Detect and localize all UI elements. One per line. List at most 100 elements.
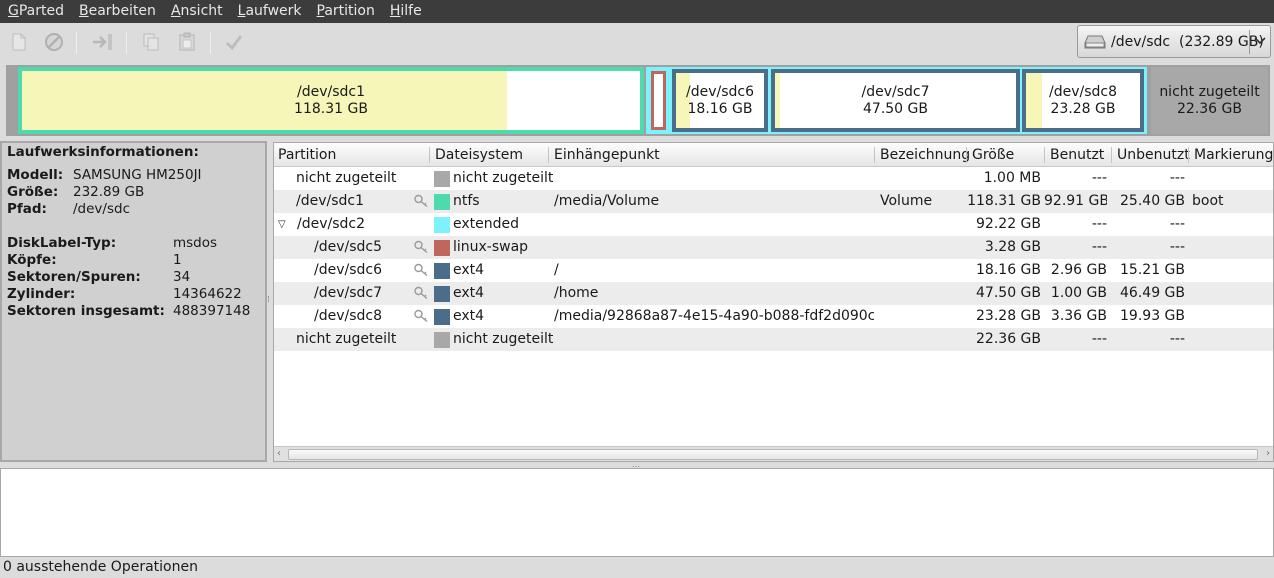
- diskmap-partition-sdc1[interactable]: /dev/sdc1 118.31 GB: [18, 67, 644, 134]
- column-header[interactable]: Partition: [278, 143, 336, 167]
- cell-size: 23.28 GB: [976, 308, 1041, 324]
- partition-name: nicht zugeteilt: [1159, 83, 1260, 100]
- device-label: /dev/sdc (232.89 GB): [1111, 33, 1264, 50]
- cell-size: 18.16 GB: [976, 262, 1041, 278]
- mounted-key-icon: [413, 193, 429, 209]
- cell-unused: ---: [1169, 170, 1185, 186]
- cell-unused: 46.49 GB: [1120, 285, 1185, 301]
- info-value: msdos: [173, 235, 218, 251]
- pending-operations-list[interactable]: [0, 468, 1274, 557]
- filesystem-color-swatch: [434, 309, 450, 325]
- menubar: GParted Bearbeiten Ansicht Laufwerk Partitio…: [0, 0, 1274, 23]
- column-header[interactable]: Markierungen: [1194, 143, 1273, 167]
- cell-flags: [1192, 236, 1272, 259]
- partition-size: 118.31 GB: [294, 100, 368, 117]
- column-header[interactable]: Benutzt: [1050, 143, 1104, 167]
- column-header[interactable]: Bezeichnung: [880, 143, 970, 167]
- mounted-key-icon: [413, 308, 429, 324]
- copy-icon[interactable]: [138, 29, 164, 55]
- resize-move-icon[interactable]: [90, 29, 116, 55]
- new-icon[interactable]: [6, 29, 32, 55]
- diskmap-extended-sdc2[interactable]: /dev/sdc6 18.16 GB /dev/sdc7 47.50 GB /d…: [646, 67, 1147, 134]
- cell-mountpoint: /media/Volume: [554, 193, 660, 209]
- info-row: Sektoren/Spuren: 34: [7, 269, 260, 286]
- table-row[interactable]: /dev/sdc6 ext4/18.16 GB 2.96 GB 15.21 GB: [274, 259, 1273, 282]
- cell-partition: nicht zugeteilt: [296, 170, 397, 186]
- cell-unused: ---: [1169, 239, 1185, 255]
- info-value: 488397148: [173, 303, 251, 319]
- cell-filesystem: ntfs: [453, 193, 480, 209]
- cell-label: [880, 305, 965, 328]
- apply-icon[interactable]: [221, 29, 247, 55]
- cell-filesystem: ext4: [453, 308, 485, 324]
- paste-icon[interactable]: [174, 29, 200, 55]
- cell-partition: nicht zugeteilt: [296, 331, 397, 347]
- horizontal-scrollbar[interactable]: ‹ ›: [274, 446, 1273, 461]
- table-row[interactable]: /dev/sdc5 linux-swap 3.28 GB --- ---: [274, 236, 1273, 259]
- partition-name: /dev/sdc1: [296, 83, 365, 100]
- toolbar: /dev/sdc (232.89 GB): [0, 23, 1274, 61]
- table-row[interactable]: /dev/sdc1 ntfs/media/Volume Volume 118.31 G…: [274, 190, 1273, 213]
- info-title: Laufwerksinformationen:: [7, 144, 199, 160]
- column-header[interactable]: Dateisystem: [435, 143, 523, 167]
- diskmap-unallocated[interactable]: nicht zugeteilt 22.36 GB: [1151, 67, 1268, 134]
- info-row: Größe: 232.89 GB: [7, 184, 260, 201]
- diskmap-partition-sdc8[interactable]: /dev/sdc8 23.28 GB: [1022, 69, 1144, 132]
- menu-bearbeiten[interactable]: Bearbeiten: [71, 0, 163, 23]
- info-key: Größe:: [7, 184, 59, 200]
- scroll-right-icon[interactable]: ›: [1266, 448, 1270, 459]
- table-row[interactable]: nicht zugeteilt nicht zugeteilt 1.00 MB ---…: [274, 167, 1273, 190]
- used-space-bar: [22, 71, 508, 130]
- used-space-bar: [775, 73, 780, 128]
- partition-size: 22.36 GB: [1177, 100, 1242, 117]
- info-value: 1: [173, 252, 182, 268]
- cell-mountpoint: [554, 213, 874, 236]
- mounted-key-icon: [413, 262, 429, 278]
- info-value: SAMSUNG HM250JI: [73, 167, 202, 183]
- cell-mountpoint: [554, 167, 874, 190]
- column-header[interactable]: Einhängepunkt: [554, 143, 660, 167]
- cell-mountpoint: /: [554, 262, 559, 278]
- device-select[interactable]: /dev/sdc (232.89 GB): [1077, 25, 1271, 58]
- table-row[interactable]: ▽ /dev/sdc2 extended 92.22 GB --- ---: [274, 213, 1273, 236]
- filesystem-color-swatch: [434, 171, 450, 187]
- menu-hilfe[interactable]: Hilfe: [382, 0, 429, 23]
- table-row[interactable]: /dev/sdc7 ext4/home 47.50 GB 1.00 GB 46.49 G…: [274, 282, 1273, 305]
- cell-partition: /dev/sdc1: [296, 193, 365, 209]
- table-row[interactable]: /dev/sdc8 ext4/media/92868a87-4e15-4a90-b…: [274, 305, 1273, 328]
- cell-mountpoint: /home: [554, 285, 599, 301]
- column-header[interactable]: Größe: [972, 143, 1014, 167]
- menu-ansicht[interactable]: Ansicht: [163, 0, 230, 23]
- filesystem-color-swatch: [434, 286, 450, 302]
- scroll-left-icon[interactable]: ‹: [277, 448, 281, 459]
- cell-used: 3.36 GB: [1050, 308, 1107, 324]
- info-row: DiskLabel-Typ: msdos: [7, 235, 260, 252]
- table-row[interactable]: nicht zugeteilt nicht zugeteilt 22.36 GB --…: [274, 328, 1273, 351]
- cell-used: 2.96 GB: [1050, 262, 1107, 278]
- diskmap-partition-sdc7[interactable]: /dev/sdc7 47.50 GB: [771, 69, 1020, 132]
- cell-filesystem: ext4: [453, 262, 485, 278]
- menu-partition[interactable]: Partition: [309, 0, 382, 23]
- info-value: 232.89 GB: [73, 184, 145, 200]
- cell-label: [880, 282, 965, 305]
- filesystem-color-swatch: [434, 240, 450, 256]
- menu-gparted[interactable]: GParted: [0, 0, 71, 23]
- column-header[interactable]: Unbenutzt: [1117, 143, 1190, 167]
- info-key: Sektoren insgesamt:: [7, 303, 165, 319]
- diskmap-partition-sdc6[interactable]: /dev/sdc6 18.16 GB: [672, 69, 768, 132]
- info-row: Pfad: /dev/sdc: [7, 201, 260, 218]
- cell-used: 92.91 GB: [1044, 193, 1107, 209]
- partition-name: /dev/sdc6: [685, 83, 754, 100]
- cell-used: ---: [1091, 170, 1107, 186]
- cell-filesystem: nicht zugeteilt: [453, 331, 553, 347]
- cell-unused: 15.21 GB: [1120, 262, 1185, 278]
- scrollbar-thumb[interactable]: [288, 449, 1258, 460]
- disk-info-panel: Laufwerksinformationen: Modell: SAMSUNG H…: [0, 141, 267, 462]
- diskmap-partition-sdc5[interactable]: [651, 71, 666, 130]
- delete-icon[interactable]: [41, 29, 67, 55]
- table-header: Partition Dateisystem Einhängepunkt Bezeich…: [274, 143, 1273, 167]
- cell-flags: [1192, 305, 1272, 328]
- hard-disk-icon: [1083, 33, 1107, 51]
- expander-icon[interactable]: ▽: [278, 213, 286, 236]
- menu-laufwerk[interactable]: Laufwerk: [230, 0, 309, 23]
